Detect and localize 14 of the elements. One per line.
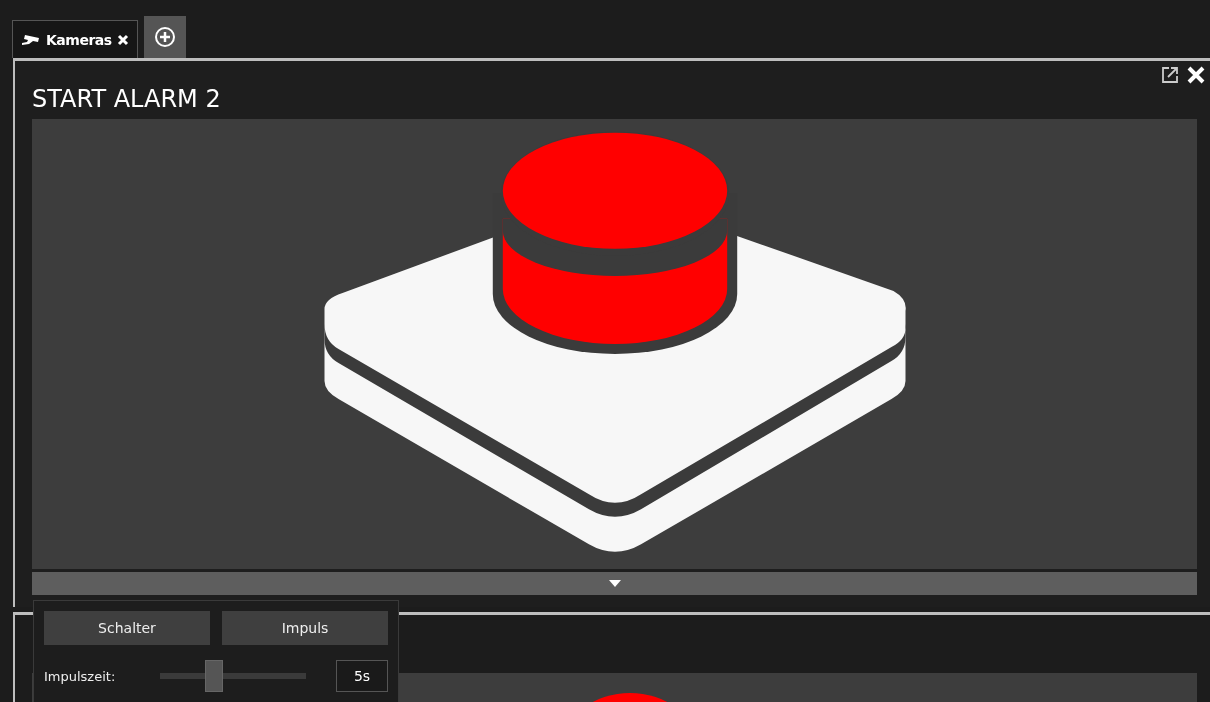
external-link-icon[interactable] bbox=[1160, 65, 1180, 85]
mode-button[interactable]: Schalter bbox=[44, 611, 210, 645]
value-field[interactable]: 5s bbox=[336, 660, 388, 692]
slider-label: Impulszeit: bbox=[44, 668, 117, 684]
add-tab-button[interactable] bbox=[143, 16, 186, 58]
mode-button[interactable]: Impuls bbox=[222, 611, 388, 645]
slider-thumb[interactable] bbox=[205, 660, 224, 692]
caret-icon bbox=[608, 580, 621, 587]
plus-circle-icon bbox=[153, 26, 176, 48]
panel-title: START ALARM 2 bbox=[32, 85, 221, 115]
camera-icon bbox=[21, 33, 41, 46]
close-icon[interactable] bbox=[116, 33, 129, 46]
close-icon[interactable] bbox=[1186, 65, 1206, 85]
tab[interactable]: Kameras bbox=[12, 20, 138, 58]
